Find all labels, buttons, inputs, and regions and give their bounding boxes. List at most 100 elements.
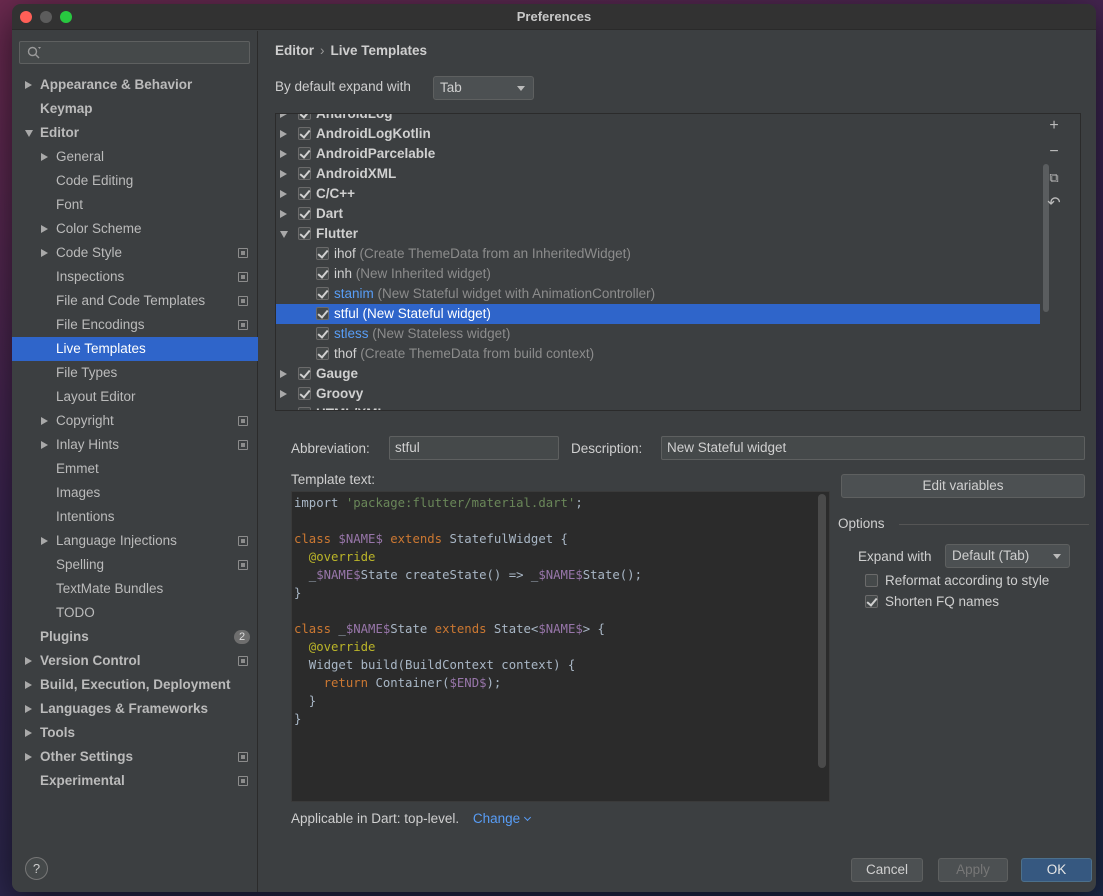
collapsed-arrow-icon[interactable] <box>25 729 32 737</box>
template-group-row[interactable]: Flutter <box>276 224 1040 244</box>
expanded-arrow-icon[interactable] <box>280 231 288 238</box>
restore-defaults-button[interactable]: ↶ <box>1047 196 1061 212</box>
template-checkbox[interactable] <box>298 127 311 140</box>
collapsed-arrow-icon[interactable] <box>280 210 287 218</box>
shorten-checkbox[interactable] <box>865 595 878 608</box>
template-group-row[interactable]: AndroidParcelable <box>276 144 1040 164</box>
sidebar-item-color-scheme[interactable]: Color Scheme <box>12 217 258 241</box>
sidebar-item-textmate-bundles[interactable]: TextMate Bundles <box>12 577 258 601</box>
default-expand-select[interactable]: Tab <box>433 76 534 100</box>
sidebar-item-images[interactable]: Images <box>12 481 258 505</box>
copy-template-button[interactable]: ⧉ <box>1047 171 1061 185</box>
collapsed-arrow-icon[interactable] <box>280 170 287 178</box>
sidebar-item-editor[interactable]: Editor <box>12 121 258 145</box>
expand-with-select[interactable]: Default (Tab) <box>945 544 1070 568</box>
search-input[interactable] <box>19 41 250 64</box>
collapsed-arrow-icon[interactable] <box>25 657 32 665</box>
remove-template-button[interactable]: − <box>1047 144 1061 160</box>
sidebar-item-file-and-code-templates[interactable]: File and Code Templates <box>12 289 258 313</box>
collapsed-arrow-icon[interactable] <box>25 705 32 713</box>
sidebar-item-inspections[interactable]: Inspections <box>12 265 258 289</box>
sidebar-item-appearance-behavior[interactable]: Appearance & Behavior <box>12 73 258 97</box>
minimize-window-button[interactable] <box>40 11 52 23</box>
sidebar-item-version-control[interactable]: Version Control <box>12 649 258 673</box>
expanded-arrow-icon[interactable] <box>25 130 33 137</box>
collapsed-arrow-icon[interactable] <box>25 81 32 89</box>
template-row[interactable]: stanim (New Stateful widget with Animati… <box>276 284 1040 304</box>
close-window-button[interactable] <box>20 11 32 23</box>
collapsed-arrow-icon[interactable] <box>280 190 287 198</box>
collapsed-arrow-icon[interactable] <box>280 150 287 158</box>
template-checkbox[interactable] <box>298 407 311 410</box>
template-checkbox[interactable] <box>298 114 311 120</box>
template-group-row[interactable]: AndroidXML <box>276 164 1040 184</box>
template-checkbox[interactable] <box>316 327 329 340</box>
collapsed-arrow-icon[interactable] <box>41 537 48 545</box>
template-checkbox[interactable] <box>316 307 329 320</box>
collapsed-arrow-icon[interactable] <box>41 225 48 233</box>
description-input[interactable]: New Stateful widget <box>661 436 1085 460</box>
template-group-row[interactable]: HTML/XML <box>276 404 1040 411</box>
sidebar-item-intentions[interactable]: Intentions <box>12 505 258 529</box>
sidebar-item-language-injections[interactable]: Language Injections <box>12 529 258 553</box>
sidebar-item-file-encodings[interactable]: File Encodings <box>12 313 258 337</box>
abbreviation-input[interactable]: stful <box>389 436 559 460</box>
template-checkbox[interactable] <box>298 167 311 180</box>
template-group-row[interactable]: Gauge <box>276 364 1040 384</box>
collapsed-arrow-icon[interactable] <box>41 417 48 425</box>
sidebar-item-copyright[interactable]: Copyright <box>12 409 258 433</box>
reformat-checkbox[interactable] <box>865 574 878 587</box>
sidebar-item-build-execution-deployment[interactable]: Build, Execution, Deployment <box>12 673 258 697</box>
template-checkbox[interactable] <box>298 227 311 240</box>
collapsed-arrow-icon[interactable] <box>280 370 287 378</box>
template-checkbox[interactable] <box>316 287 329 300</box>
collapsed-arrow-icon[interactable] <box>25 681 32 689</box>
template-row[interactable]: inh (New Inherited widget) <box>276 264 1040 284</box>
template-checkbox[interactable] <box>316 347 329 360</box>
sidebar-item-spelling[interactable]: Spelling <box>12 553 258 577</box>
sidebar-item-languages-frameworks[interactable]: Languages & Frameworks <box>12 697 258 721</box>
sidebar-item-file-types[interactable]: File Types <box>12 361 258 385</box>
edit-variables-button[interactable]: Edit variables <box>841 474 1085 498</box>
collapsed-arrow-icon[interactable] <box>41 153 48 161</box>
ok-button[interactable]: OK <box>1021 858 1092 882</box>
sidebar-item-code-editing[interactable]: Code Editing <box>12 169 258 193</box>
template-row[interactable]: ihof (Create ThemeData from an Inherited… <box>276 244 1040 264</box>
collapsed-arrow-icon[interactable] <box>25 753 32 761</box>
template-group-row[interactable]: Dart <box>276 204 1040 224</box>
sidebar-item-todo[interactable]: TODO <box>12 601 258 625</box>
template-checkbox[interactable] <box>298 207 311 220</box>
breadcrumb-parent[interactable]: Editor <box>275 43 314 58</box>
template-row[interactable]: stful (New Stateful widget) <box>276 304 1040 324</box>
sidebar-item-other-settings[interactable]: Other Settings <box>12 745 258 769</box>
help-button[interactable]: ? <box>25 857 48 880</box>
collapsed-arrow-icon[interactable] <box>280 390 287 398</box>
sidebar-item-general[interactable]: General <box>12 145 258 169</box>
template-group-row[interactable]: AndroidLog <box>276 114 1040 124</box>
sidebar-item-font[interactable]: Font <box>12 193 258 217</box>
editor-scrollbar[interactable] <box>818 494 826 768</box>
template-checkbox[interactable] <box>298 367 311 380</box>
sidebar-item-emmet[interactable]: Emmet <box>12 457 258 481</box>
zoom-window-button[interactable] <box>60 11 72 23</box>
sidebar-item-keymap[interactable]: Keymap <box>12 97 258 121</box>
template-row[interactable]: thof (Create ThemeData from build contex… <box>276 344 1040 364</box>
template-text-editor[interactable]: import 'package:flutter/material.dart'; c… <box>291 491 830 802</box>
apply-button[interactable]: Apply <box>938 858 1008 882</box>
template-group-row[interactable]: Groovy <box>276 384 1040 404</box>
sidebar-item-layout-editor[interactable]: Layout Editor <box>12 385 258 409</box>
template-checkbox[interactable] <box>298 387 311 400</box>
sidebar-item-code-style[interactable]: Code Style <box>12 241 258 265</box>
sidebar-item-inlay-hints[interactable]: Inlay Hints <box>12 433 258 457</box>
collapsed-arrow-icon[interactable] <box>41 441 48 449</box>
template-group-row[interactable]: AndroidLogKotlin <box>276 124 1040 144</box>
template-checkbox[interactable] <box>316 247 329 260</box>
collapsed-arrow-icon[interactable] <box>41 249 48 257</box>
collapsed-arrow-icon[interactable] <box>280 114 287 118</box>
collapsed-arrow-icon[interactable] <box>280 410 287 411</box>
template-row[interactable]: stless (New Stateless widget) <box>276 324 1040 344</box>
cancel-button[interactable]: Cancel <box>851 858 923 882</box>
sidebar-item-plugins[interactable]: Plugins 2 <box>12 625 258 649</box>
template-checkbox[interactable] <box>298 147 311 160</box>
template-group-row[interactable]: C/C++ <box>276 184 1040 204</box>
